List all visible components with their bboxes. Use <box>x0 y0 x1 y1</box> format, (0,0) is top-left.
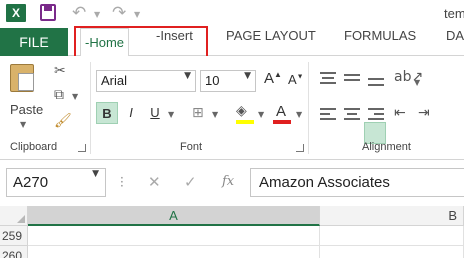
increase-indent-icon[interactable]: ⇥ <box>418 106 430 120</box>
middle-align-icon[interactable] <box>344 74 360 88</box>
undo-icon[interactable]: ↶ <box>72 3 86 23</box>
bold-button[interactable]: B <box>96 102 118 124</box>
orientation-dropdown-icon[interactable]: ▼ <box>414 78 420 87</box>
fill-color-dropdown-icon[interactable]: ▼ <box>258 110 264 119</box>
grow-font-icon[interactable]: A▲ <box>264 70 282 87</box>
chevron-down-icon[interactable]: ▼ <box>184 71 191 81</box>
chevron-down-icon[interactable]: ▼ <box>92 169 99 179</box>
font-name-value: Arial <box>101 73 128 88</box>
paste-dropdown-icon[interactable]: ▼ <box>20 120 26 129</box>
format-painter-icon[interactable]: 🖌 <box>54 114 72 128</box>
cut-icon[interactable]: ✂ <box>54 64 66 78</box>
align-right-icon[interactable] <box>368 108 384 122</box>
tab-insert[interactable]: -Insert <box>156 28 193 56</box>
cell-b260[interactable] <box>320 246 464 258</box>
italic-button[interactable]: I <box>120 102 142 124</box>
tab-data[interactable]: DA <box>446 28 464 56</box>
font-color-icon[interactable]: A <box>276 103 286 120</box>
font-color-dropdown-icon[interactable]: ▼ <box>296 110 302 119</box>
font-launcher-icon[interactable] <box>296 144 304 152</box>
align-center-icon[interactable] <box>344 108 360 122</box>
font-name-combo[interactable]: Arial ▼ <box>96 70 196 92</box>
paste-icon[interactable] <box>10 64 34 92</box>
underline-dropdown-icon[interactable]: ▼ <box>168 110 174 119</box>
cell-b259[interactable] <box>320 226 464 246</box>
column-header-a[interactable]: A <box>28 206 320 226</box>
group-divider <box>90 62 91 154</box>
tab-file[interactable]: FILE <box>0 28 68 56</box>
bottom-align-icon <box>368 76 384 90</box>
alignment-group-label: Alignment <box>362 141 411 153</box>
formula-input[interactable]: Amazon Associates <box>250 168 464 197</box>
clipboard-launcher-icon[interactable] <box>78 144 86 152</box>
top-align-icon[interactable] <box>320 72 336 86</box>
redo-dropdown-icon[interactable]: ▼ <box>134 10 140 19</box>
copy-icon[interactable]: ⧉ <box>54 88 64 102</box>
undo-dropdown-icon[interactable]: ▼ <box>94 10 100 19</box>
name-box[interactable]: A270 ▼ <box>6 168 106 197</box>
formula-bar-grip-icon[interactable]: · · · <box>120 172 124 192</box>
select-all-button[interactable] <box>0 206 28 226</box>
insert-function-button[interactable]: fx <box>222 174 234 189</box>
font-size-value: 10 <box>205 73 220 88</box>
borders-icon[interactable]: ⊞ <box>192 106 204 120</box>
tab-page-layout[interactable]: PAGE LAYOUT <box>226 28 316 56</box>
borders-dropdown-icon[interactable]: ▼ <box>212 110 218 119</box>
cancel-icon[interactable]: ✕ <box>148 173 161 191</box>
cell-a259[interactable] <box>28 226 320 246</box>
ribbon-home: Paste ▼ ✂ ⧉ ▼ 🖌 Clipboard Arial ▼ 10 ▼ A… <box>0 56 464 160</box>
tab-formulas[interactable]: FORMULAS <box>344 28 416 56</box>
cell-a260[interactable] <box>28 246 320 258</box>
save-icon[interactable] <box>40 4 56 21</box>
window-title: tem <box>444 6 464 21</box>
row-header-260[interactable]: 260 <box>0 246 28 258</box>
underline-button[interactable]: U <box>144 102 166 124</box>
shrink-font-icon[interactable]: A▼ <box>288 72 304 87</box>
name-box-value: A270 <box>13 174 49 191</box>
group-divider <box>308 62 309 154</box>
copy-dropdown-icon[interactable]: ▼ <box>72 92 78 101</box>
redo-icon[interactable]: ↷ <box>112 3 126 23</box>
decrease-indent-icon[interactable]: ⇤ <box>394 106 406 120</box>
tab-home[interactable]: -Home <box>80 28 130 57</box>
excel-logo-icon: X <box>6 4 26 22</box>
font-group-label: Font <box>180 141 203 153</box>
enter-check-icon[interactable]: ✓ <box>184 173 197 191</box>
chevron-down-icon[interactable]: ▼ <box>244 71 251 81</box>
quick-access-toolbar: X ↶ ▼ ↷ ▼ tem <box>0 0 464 28</box>
font-size-combo[interactable]: 10 ▼ <box>200 70 256 92</box>
column-header-b[interactable]: B <box>320 206 464 226</box>
row-header-259[interactable]: 259 <box>0 226 28 246</box>
align-left-icon[interactable] <box>320 108 336 122</box>
fill-color-icon[interactable]: ◈ <box>236 104 247 118</box>
fill-color-swatch <box>236 120 254 124</box>
ribbon-tabs: FILE -Home -Insert PAGE LAYOUT FORMULAS … <box>0 28 464 57</box>
paste-button[interactable]: Paste <box>10 102 43 117</box>
font-color-swatch <box>273 120 291 124</box>
clipboard-group-label: Clipboard <box>10 141 58 153</box>
